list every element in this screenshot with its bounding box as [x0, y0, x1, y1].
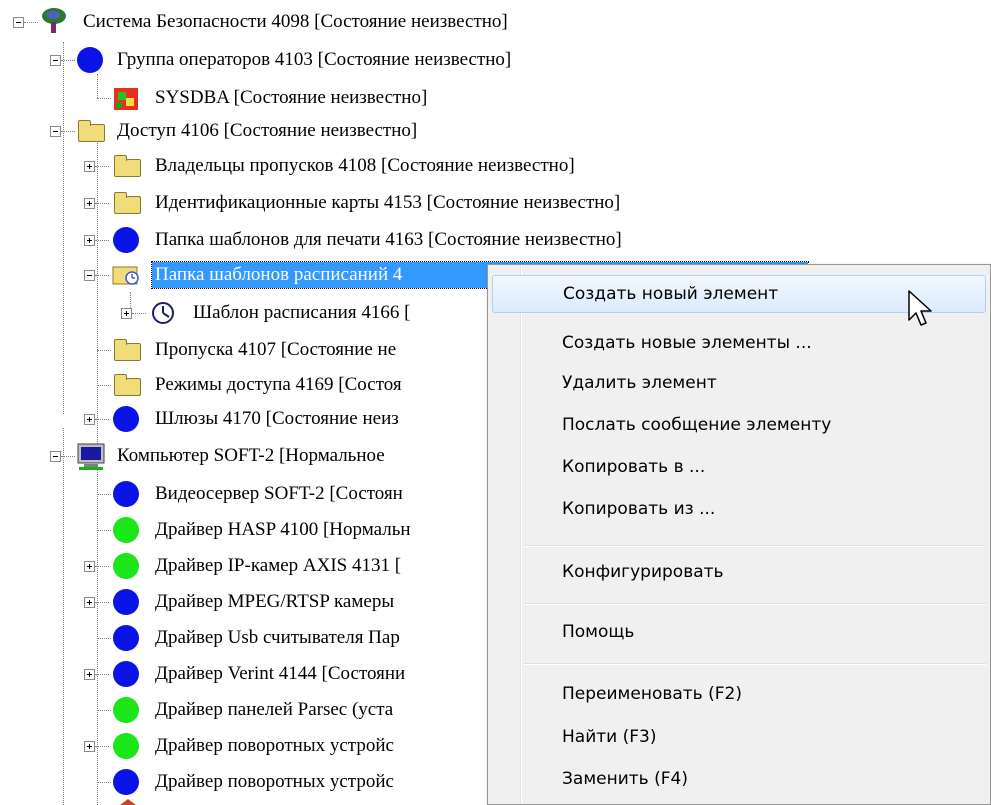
blue-circle-icon: [113, 227, 139, 253]
collapse-toggle-icon[interactable]: [50, 451, 61, 462]
blue-circle-icon: [113, 406, 139, 432]
tree-connector: [63, 42, 64, 414]
blue-circle-icon: [77, 47, 103, 73]
folder-icon: [114, 339, 141, 361]
schedule-folder-icon: [112, 266, 139, 285]
collapse-toggle-icon[interactable]: [13, 17, 24, 28]
tree-item-label: Драйвер панелей Parsec (уста: [155, 699, 394, 720]
computer-icon: [77, 443, 105, 470]
folder-icon: [78, 120, 105, 142]
tree-item-label: Видеосервер SOFT-2 [Состоян: [155, 483, 403, 504]
green-circle-icon: [113, 553, 139, 579]
menu-item-replace[interactable]: Заменить (F4): [492, 760, 986, 798]
collapse-toggle-icon[interactable]: [84, 270, 95, 281]
expand-toggle-icon[interactable]: [84, 597, 95, 608]
partial-item-icon: [120, 799, 136, 805]
tree-item-label: Пропуска 4107 [Состояние не: [155, 339, 397, 360]
tree-item-label: Шаблон расписания 4166 [: [193, 302, 411, 323]
menu-item-copy-from[interactable]: Копировать из ...: [492, 490, 986, 528]
expand-toggle-icon[interactable]: [84, 561, 95, 572]
user-icon: [114, 88, 138, 110]
blue-circle-icon: [113, 625, 139, 651]
tree-connector: [63, 428, 64, 805]
folder-icon: [114, 155, 141, 177]
menu-item-rename[interactable]: Переименовать (F2): [492, 675, 986, 713]
tree-item-label: Папка шаблонов для печати 4163 [Состояни…: [155, 229, 622, 250]
expand-toggle-icon[interactable]: [84, 414, 95, 425]
security-system-icon: [42, 8, 66, 33]
blue-circle-icon: [113, 661, 139, 687]
menu-separator: [524, 663, 986, 665]
blue-circle-icon: [113, 481, 139, 507]
clock-icon: [152, 302, 174, 324]
expand-toggle-icon[interactable]: [84, 669, 95, 680]
tree-connector: [97, 140, 98, 450]
menu-item-send-message[interactable]: Послать сообщение элементу: [492, 406, 986, 444]
menu-item-copy-to[interactable]: Копировать в ...: [492, 448, 986, 486]
tree-item-label: Режимы доступа 4169 [Состоя: [155, 374, 402, 395]
folder-icon: [114, 192, 141, 214]
blue-circle-icon: [113, 769, 139, 795]
menu-item-find[interactable]: Найти (F3): [492, 718, 986, 756]
expand-toggle-icon[interactable]: [84, 235, 95, 246]
collapse-toggle-icon[interactable]: [50, 126, 61, 137]
menu-separator: [524, 545, 986, 547]
tree-item-label: Драйвер HASP 4100 [Нормальн: [155, 519, 411, 540]
green-circle-icon: [113, 733, 139, 759]
menu-item-delete-element[interactable]: Удалить элемент: [492, 364, 986, 402]
tree-item-label: Группа операторов 4103 [Состояние неизве…: [117, 49, 512, 70]
menu-separator: [524, 603, 986, 605]
tree-item-label: Доступ 4106 [Состояние неизвестно]: [117, 120, 418, 141]
tree-item-label: Владельцы пропусков 4108 [Состояние неиз…: [155, 155, 575, 176]
blue-circle-icon: [113, 589, 139, 615]
tree-item-label: Драйвер поворотных устройс: [155, 771, 394, 792]
tree-connector: [97, 74, 98, 98]
tree-item-label: Шлюзы 4170 [Состояние неиз: [155, 408, 399, 429]
tree-item-label: Драйвер Verint 4144 [Состояни: [155, 663, 406, 684]
tree-item-label: Драйвер поворотных устройс: [155, 735, 394, 756]
mouse-pointer-icon: [908, 290, 932, 326]
folder-icon: [114, 374, 141, 396]
tree-item-label: Драйвер Usb считывателя Пар: [155, 627, 400, 648]
green-circle-icon: [113, 697, 139, 723]
expand-toggle-icon[interactable]: [84, 198, 95, 209]
expand-toggle-icon[interactable]: [121, 308, 132, 319]
tree-item-label: Идентификационные карты 4153 [Состояние …: [155, 192, 621, 213]
expand-toggle-icon[interactable]: [84, 161, 95, 172]
collapse-toggle-icon[interactable]: [50, 55, 61, 66]
tree-item-label: Система Безопасности 4098 [Состояние неи…: [83, 11, 508, 32]
context-menu: Создать новый элемент Создать новые элем…: [487, 264, 991, 805]
green-circle-icon: [113, 517, 139, 543]
menu-item-configure[interactable]: Конфигурировать: [492, 553, 986, 591]
tree-item-label: Драйвер MPEG/RTSP камеры: [155, 591, 395, 612]
tree-item-label: SYSDBA [Состояние неизвестно]: [155, 87, 428, 108]
tree-item-label: Драйвер IP-камер AXIS 4131 [: [155, 555, 402, 576]
menu-item-help[interactable]: Помощь: [492, 613, 986, 651]
tree-item-label: Компьютер SOFT-2 [Нормальное: [117, 445, 385, 466]
expand-toggle-icon[interactable]: [84, 741, 95, 752]
